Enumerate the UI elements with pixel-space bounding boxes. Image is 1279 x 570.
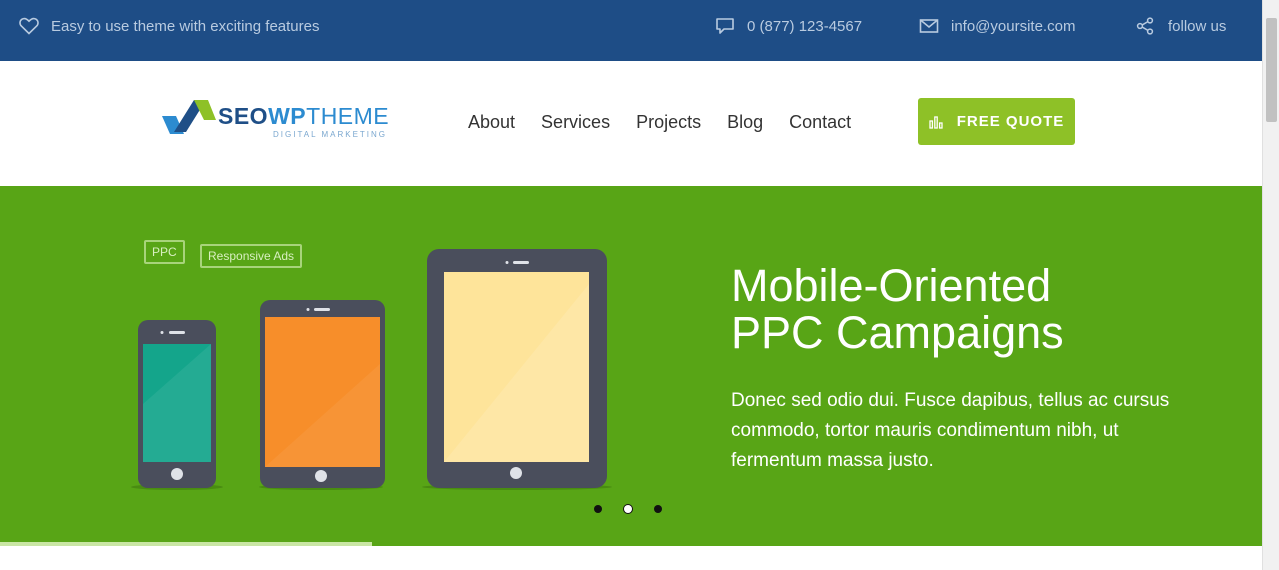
page-scrollbar[interactable]: [1262, 0, 1279, 570]
nav-item-services[interactable]: Services: [541, 110, 610, 134]
share-icon: [1136, 17, 1154, 35]
follow-us-link[interactable]: follow us: [1136, 0, 1226, 52]
page: Easy to use theme with exciting features…: [0, 0, 1279, 570]
slider-dot-3[interactable]: [654, 505, 662, 513]
heart-icon: [19, 17, 39, 35]
slider-dot-2[interactable]: [624, 505, 632, 513]
free-quote-button[interactable]: FREE QUOTE: [918, 98, 1075, 145]
logo-mark-icon: [162, 100, 216, 134]
hero-title: Mobile-Oriented PPC Campaigns: [731, 262, 1064, 356]
nav-item-about[interactable]: About: [468, 110, 515, 134]
large-tablet-device: [427, 249, 607, 488]
slider-dots: [594, 505, 662, 513]
site-logo[interactable]: SEOWPTHEME DIGITAL MARKETING: [160, 98, 390, 142]
slide-progress-bar: [0, 542, 1262, 546]
hero-title-line-1: Mobile-Oriented: [731, 260, 1052, 311]
bar-chart-icon: [929, 115, 943, 129]
hero-slider: PPC Responsive Ads Mobile-Oriented PPC C…: [0, 186, 1262, 546]
logo-tagline: DIGITAL MARKETING: [273, 130, 388, 139]
hero-title-line-2: PPC Campaigns: [731, 307, 1064, 358]
devices-illustration: [131, 249, 612, 490]
follow-us-text: follow us: [1168, 17, 1227, 35]
scrollbar-thumb[interactable]: [1266, 18, 1277, 122]
nav-item-projects[interactable]: Projects: [636, 110, 701, 134]
top-bar: Easy to use theme with exciting features…: [0, 0, 1262, 61]
site-header: SEOWPTHEME DIGITAL MARKETING About Servi…: [0, 61, 1262, 186]
tablet-device: [260, 300, 385, 488]
email-address: info@yoursite.com: [951, 17, 1076, 35]
nav-item-blog[interactable]: Blog: [727, 110, 763, 134]
logo-wordmark: SEOWPTHEME: [218, 105, 389, 128]
nav-item-contact[interactable]: Contact: [789, 110, 851, 134]
tagline-text: Easy to use theme with exciting features: [51, 17, 320, 35]
main-nav: About Services Projects Blog Contact: [468, 110, 851, 134]
phone-number: 0 (877) 123-4567: [747, 17, 863, 35]
chat-bubble-icon: [716, 18, 734, 34]
logo-wp: WP: [268, 103, 307, 129]
tagline: Easy to use theme with exciting features: [19, 0, 319, 52]
phone-contact[interactable]: 0 (877) 123-4567: [715, 0, 862, 52]
slide-progress-fill: [0, 542, 373, 546]
email-contact[interactable]: info@yoursite.com: [919, 0, 1075, 52]
envelope-icon: [919, 19, 939, 33]
phone-device: [138, 320, 216, 488]
slider-dot-1[interactable]: [594, 505, 602, 513]
logo-seo: SEO: [218, 103, 269, 129]
free-quote-label: FREE QUOTE: [956, 113, 1065, 130]
logo-theme: THEME: [306, 103, 390, 129]
hero-description: Donec sed odio dui. Fusce dapibus, tellu…: [731, 390, 1170, 471]
